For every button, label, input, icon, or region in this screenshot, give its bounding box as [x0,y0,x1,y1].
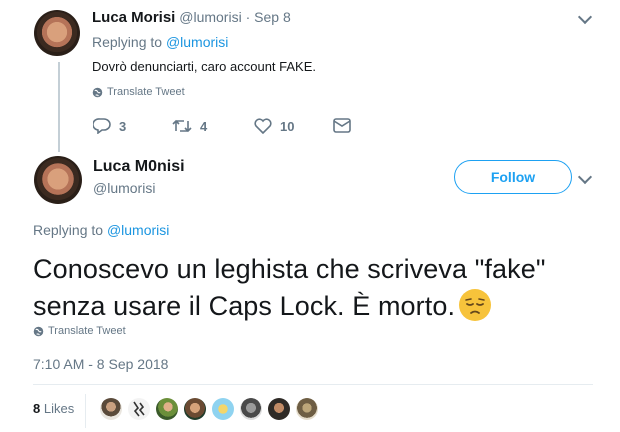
replying-handle-link[interactable]: @lumorisi [166,34,228,50]
likes-label: Likes [43,401,75,416]
follow-button[interactable]: Follow [454,160,572,194]
stat-separator [85,394,86,428]
retweet-icon [172,119,192,133]
globe-icon [92,87,103,97]
main-tweet-text: Conoscevo un leghista che scriveva "fake… [33,251,613,325]
liker-avatar[interactable] [156,398,178,420]
pensive-face-icon [459,289,492,321]
main-translate[interactable]: Translate Tweet [33,325,126,337]
separator: · [245,9,251,25]
reply-text: Dovrò denunciarti, caro account FAKE. [92,59,317,74]
avatar[interactable] [34,10,80,56]
tweet-line-1: Conoscevo un leghista che scriveva "fake… [33,254,546,284]
translate-label: Translate Tweet [48,325,126,337]
retweet-action[interactable]: 4 [172,118,207,134]
liker-avatar[interactable] [100,398,122,420]
liker-avatar[interactable] [184,398,206,420]
main-replying-to: Replying to @lumorisi [33,222,169,238]
reply-author-name[interactable]: Luca Morisi [92,9,175,26]
tweet-timestamp[interactable]: 7:10 AM - 8 Sep 2018 [33,356,168,372]
reply-count: 3 [119,118,127,134]
liker-avatar[interactable] [268,398,290,420]
reply-header: Luca Morisi @lumorisi · Sep 8 [92,9,291,26]
tweet-line-2: senza usare il Caps Lock. È morto. [33,288,613,325]
replying-label: Replying to [92,34,163,50]
replying-label: Replying to [33,222,104,238]
reply-translate[interactable]: Translate Tweet [92,86,185,98]
likes-stat[interactable]: 8 Likes [33,401,74,416]
thread-line [58,62,60,152]
tweet-line-2-text: senza usare il Caps Lock. È morto. [33,291,456,321]
main-author-name[interactable]: Luca M0nisi [93,158,185,176]
direct-message-action[interactable] [333,118,351,138]
chevron-down-icon[interactable] [577,9,593,25]
envelope-icon [333,118,351,133]
chevron-down-icon[interactable] [577,169,593,185]
liker-avatar[interactable] [212,398,234,420]
reply-author-handle[interactable]: @lumorisi [179,9,241,25]
divider [33,384,593,385]
reply-replying-to: Replying to @lumorisi [92,34,228,50]
liker-avatar[interactable] [240,398,262,420]
translate-label: Translate Tweet [107,86,185,98]
main-author-handle[interactable]: @lumorisi [93,180,155,196]
reply-date[interactable]: Sep 8 [254,9,291,25]
like-count: 10 [280,118,295,134]
liker-avatar[interactable] [128,398,150,420]
like-action[interactable]: 10 [254,118,294,134]
reply-action[interactable]: 3 [93,118,126,134]
replying-handle-link[interactable]: @lumorisi [107,222,169,238]
heart-icon [254,118,272,134]
retweet-count: 4 [200,118,208,134]
liker-avatar[interactable] [296,398,318,420]
reply-icon [93,118,111,134]
globe-icon [33,326,44,336]
likes-count: 8 [33,401,41,416]
avatar[interactable] [34,156,82,204]
